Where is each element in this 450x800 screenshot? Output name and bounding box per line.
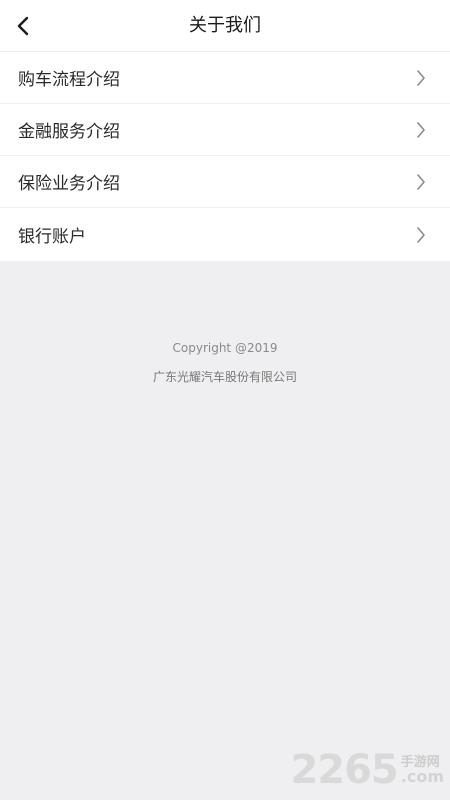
top-bar: 关于我们 <box>0 0 450 52</box>
watermark-side: 手游网 .com <box>400 756 444 786</box>
menu-item-label: 保险业务介绍 <box>18 174 120 194</box>
menu-item-financial-services[interactable]: 金融服务介绍 <box>0 104 450 156</box>
chevron-left-icon <box>17 16 29 36</box>
page-title: 关于我们 <box>189 15 261 36</box>
chevron-right-icon <box>416 69 428 87</box>
watermark-number: 2265 <box>290 747 398 793</box>
watermark-domain: .com <box>400 767 444 786</box>
footer: Copyright @2019 广东光耀汽车股份有限公司 <box>0 339 450 386</box>
chevron-right-icon <box>416 121 428 139</box>
menu-item-bank-account[interactable]: 银行账户 <box>0 208 450 261</box>
company-name: 广东光耀汽车股份有限公司 <box>152 370 297 384</box>
menu-item-purchase-process[interactable]: 购车流程介绍 <box>0 52 450 104</box>
back-button[interactable] <box>8 10 38 42</box>
menu-item-label: 购车流程介绍 <box>18 70 120 90</box>
chevron-right-icon <box>416 173 428 191</box>
menu-item-label: 银行账户 <box>18 227 86 247</box>
menu-item-insurance-business[interactable]: 保险业务介绍 <box>0 156 450 208</box>
menu-item-label: 金融服务介绍 <box>18 122 120 142</box>
chevron-right-icon <box>416 226 428 244</box>
menu-list: 购车流程介绍 金融服务介绍 保险业务介绍 银行账户 <box>0 52 450 261</box>
copyright-text: Copyright @2019 <box>172 341 278 355</box>
watermark-logo: 2265 手游网 .com <box>290 750 444 790</box>
